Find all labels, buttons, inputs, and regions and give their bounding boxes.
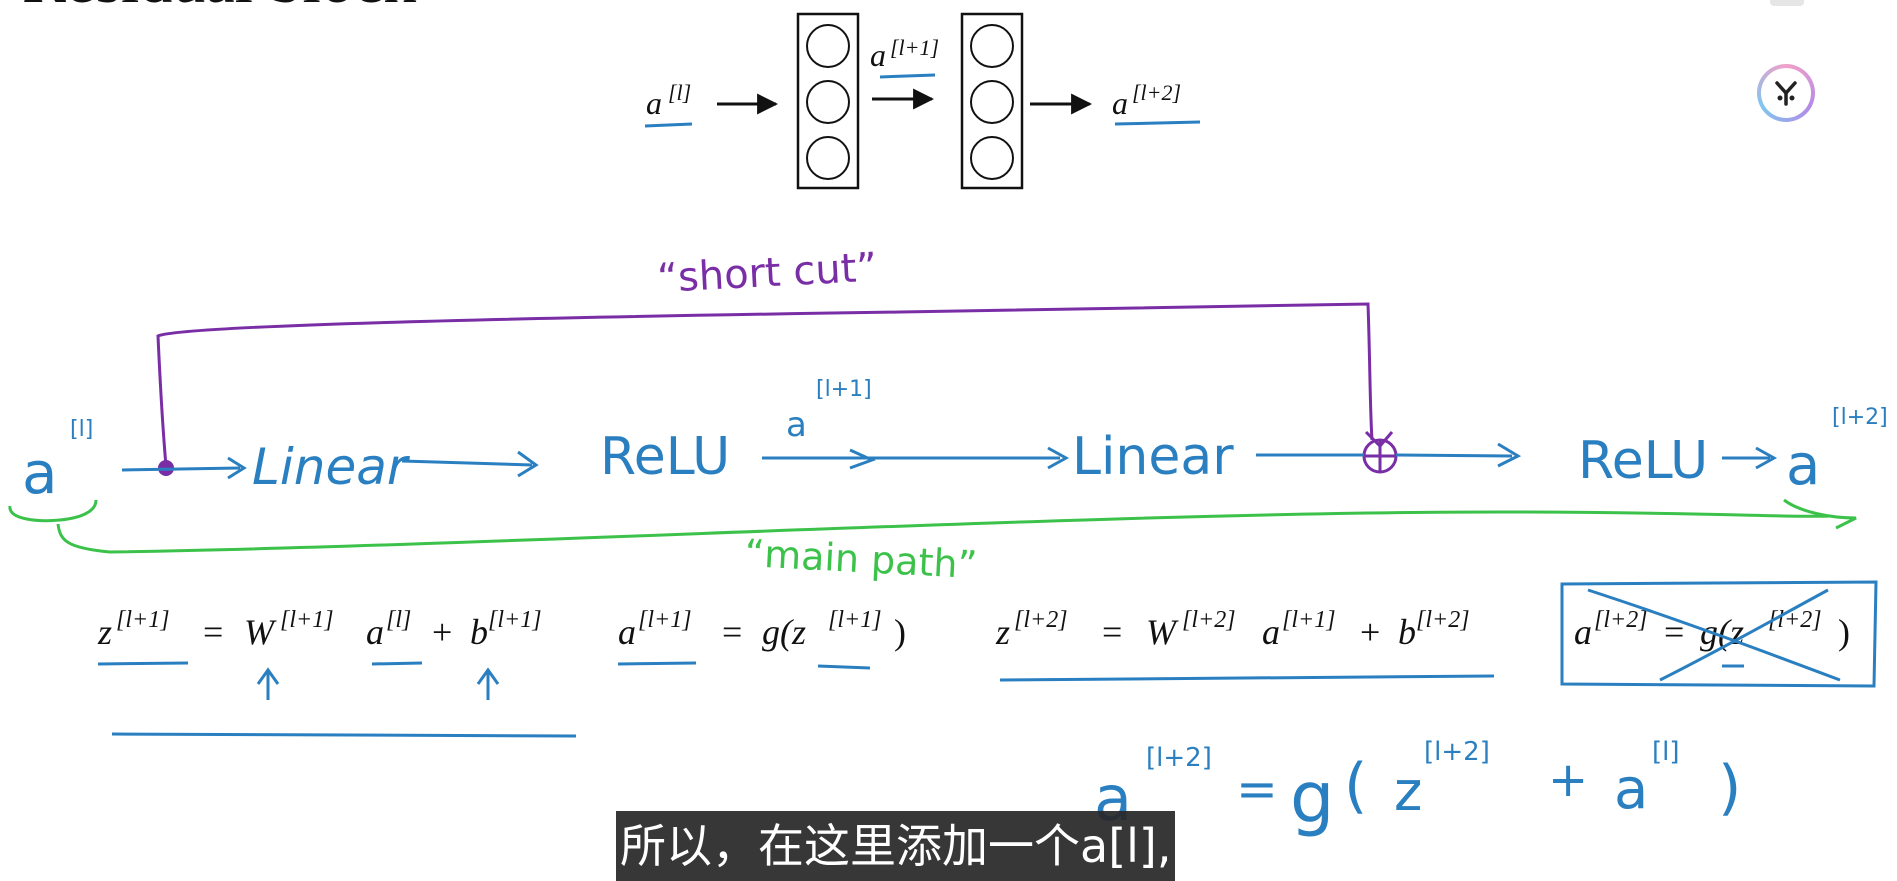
svg-text:a: a xyxy=(646,85,662,121)
svg-text:[l]: [l] xyxy=(668,80,691,105)
svg-text:a: a xyxy=(1262,612,1280,652)
equation-a-l1: a [l+1] = g(z [l+1] ) xyxy=(617,607,906,670)
svg-text:W: W xyxy=(1146,612,1179,652)
neuron-circle-icon xyxy=(806,24,850,68)
hidden-layer-1 xyxy=(796,12,860,190)
video-frame: Residual block a [l] a [l+1] xyxy=(0,0,1897,881)
hand-relu-2: ReLU xyxy=(1578,431,1708,491)
equation-a-l2-crossed-out: a [l+2] = g(z [l+2] ) xyxy=(1560,580,1878,688)
svg-text:z: z xyxy=(995,612,1010,652)
video-subtitle: 所以，在这里添加一个a[l], xyxy=(616,811,1176,881)
hand-mid-a: a xyxy=(786,405,807,445)
svg-text:=: = xyxy=(203,612,223,652)
circled-plus-icon xyxy=(1362,430,1398,474)
neuron-circle-icon xyxy=(806,136,850,180)
svg-text:[l+1]: [l+1] xyxy=(638,607,692,633)
svg-text:[l+2]: [l+2] xyxy=(1416,607,1470,633)
svg-text:b: b xyxy=(470,612,488,652)
shortcut-label: “short cut” xyxy=(656,245,878,302)
svg-text:=: = xyxy=(1102,612,1122,652)
svg-text:[l+2]: [l+2] xyxy=(1146,743,1212,773)
equation-new-activation: a [l+2] = g ( z [l+2] + a [l] ) xyxy=(1094,737,1741,839)
hand-output-sup: [l+2] xyxy=(1832,405,1888,430)
svg-text:a: a xyxy=(1574,612,1592,652)
svg-text:(: ( xyxy=(1344,751,1367,821)
svg-text:[l+2]: [l+2] xyxy=(1132,80,1181,105)
svg-text:): ) xyxy=(894,612,906,652)
svg-text:+: + xyxy=(432,612,452,652)
svg-text:[l]: [l] xyxy=(1652,737,1680,767)
svg-text:[l]: [l] xyxy=(386,607,411,633)
svg-text:[l+2]: [l+2] xyxy=(1424,737,1490,767)
svg-text:z: z xyxy=(97,612,112,652)
hidden-layer-2 xyxy=(960,12,1024,190)
svg-text:g: g xyxy=(1290,757,1334,839)
svg-text:[l+1]: [l+1] xyxy=(280,607,334,633)
svg-text:b: b xyxy=(1398,612,1416,652)
hand-input-a: a xyxy=(22,439,58,507)
svg-text:+: + xyxy=(1548,752,1588,808)
corner-tab xyxy=(1770,0,1804,6)
svg-text:z: z xyxy=(1394,760,1422,823)
svg-text:[l+2]: [l+2] xyxy=(1594,607,1648,633)
svg-text:W: W xyxy=(244,612,277,652)
svg-text:a: a xyxy=(1112,85,1128,121)
hand-relu-1: ReLU xyxy=(600,427,730,487)
svg-text:): ) xyxy=(1838,612,1850,652)
network-diagram: a [l] a [l+1] a [l+2] xyxy=(644,12,1201,190)
neuron-circle-icon xyxy=(970,24,1014,68)
hand-input-sup: [l] xyxy=(70,417,93,442)
main-path: a [l] Linear ReLU a [l+1] Linear ReLU a … xyxy=(8,377,1888,587)
network-output-label: a [l+2] xyxy=(1112,80,1201,126)
svg-text:[l+1]: [l+1] xyxy=(1282,607,1336,633)
svg-text:a: a xyxy=(366,612,384,652)
svg-text:[l+1]: [l+1] xyxy=(116,607,170,633)
svg-text:): ) xyxy=(1718,753,1741,823)
svg-text:[l+1]: [l+1] xyxy=(488,607,542,633)
svg-text:=: = xyxy=(1236,760,1278,818)
neuron-circle-icon xyxy=(970,136,1014,180)
hand-linear-1: Linear xyxy=(252,438,411,496)
network-input-label: a [l] xyxy=(644,80,693,128)
hand-mid-sup: [l+1] xyxy=(816,377,872,402)
svg-text:=: = xyxy=(722,612,742,652)
slide-title: Residual block xyxy=(22,0,416,17)
main-path-label: “main path” xyxy=(744,531,979,587)
equation-z-l2: z [l+2] = W [l+2] a [l+1] + b [l+2] xyxy=(995,607,1495,682)
deeplearning-ai-logo-icon xyxy=(1757,64,1815,122)
neuron-circle-icon xyxy=(806,80,850,124)
svg-text:[l+2]: [l+2] xyxy=(1014,607,1068,633)
hand-output-a: a xyxy=(1786,433,1820,498)
svg-text:[l+1]: [l+1] xyxy=(828,607,882,633)
neuron-circle-icon xyxy=(970,80,1014,124)
svg-text:+: + xyxy=(1360,612,1380,652)
svg-text:[l+2]: [l+2] xyxy=(1182,607,1236,633)
network-mid-label: a [l+1] xyxy=(870,35,939,79)
hand-linear-2: Linear xyxy=(1072,427,1234,487)
equation-z-l1: z [l+1] = W [l+1] a [l] + b [l+1] xyxy=(97,607,577,738)
svg-text:a: a xyxy=(618,612,636,652)
svg-text:g(z: g(z xyxy=(762,612,806,652)
svg-text:a: a xyxy=(870,37,886,73)
slide-canvas: Residual block a [l] a [l+1] xyxy=(8,0,1888,839)
svg-text:[l+1]: [l+1] xyxy=(890,35,939,60)
svg-text:a: a xyxy=(1614,757,1648,822)
